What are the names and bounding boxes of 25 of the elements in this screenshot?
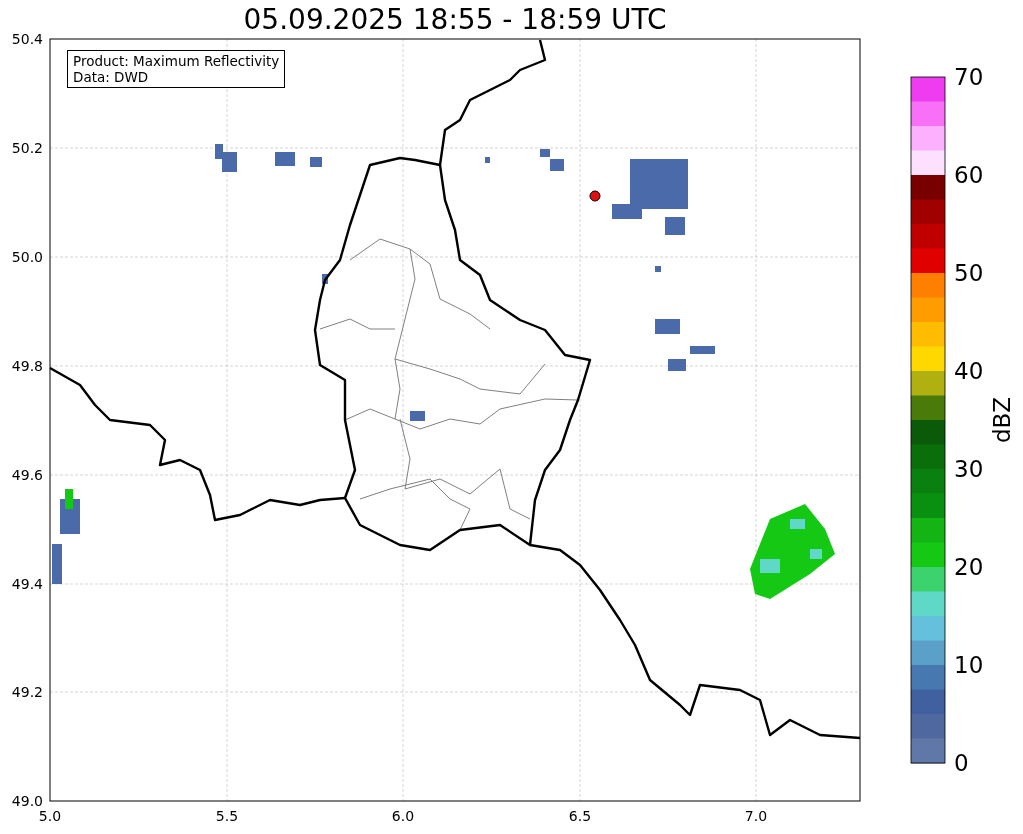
y-tick-label: 49.4 (11, 576, 43, 592)
colorbar-tick-label: 0 (954, 750, 969, 776)
colorbar-tick-label: 70 (954, 64, 984, 90)
colorbar-tick-label: 10 (954, 652, 984, 678)
colorbar-tick-label: 30 (954, 456, 984, 482)
y-tick-label: 50.0 (11, 249, 43, 265)
y-tick-label: 49.6 (11, 467, 43, 483)
info-text: Product: Maximum Reflectivity (73, 53, 280, 69)
x-tick-label: 5.0 (38, 808, 62, 824)
y-tick-label: 49.8 (11, 358, 43, 374)
colorbar-tick-label: 50 (954, 260, 984, 286)
colorbar-label: dBZ (989, 396, 1015, 444)
x-tick-label: 5.5 (215, 808, 239, 824)
chart-title: 05.09.2025 18:55 - 18:59 UTC (243, 3, 667, 36)
info-text: Data: DWD (73, 69, 150, 85)
y-tick-label: 49.0 (11, 793, 43, 809)
x-tick-label: 6.0 (391, 808, 415, 824)
colorbar-tick-label: 20 (954, 554, 984, 580)
colorbar-tick-label: 40 (954, 358, 984, 384)
y-tick-label: 49.2 (11, 684, 43, 700)
x-tick-label: 7.0 (744, 808, 768, 824)
colorbar-tick-label: 60 (954, 162, 984, 188)
y-tick-label: 50.4 (11, 31, 43, 47)
y-tick-label: 50.2 (11, 140, 43, 156)
x-tick-label: 6.5 (568, 808, 592, 824)
